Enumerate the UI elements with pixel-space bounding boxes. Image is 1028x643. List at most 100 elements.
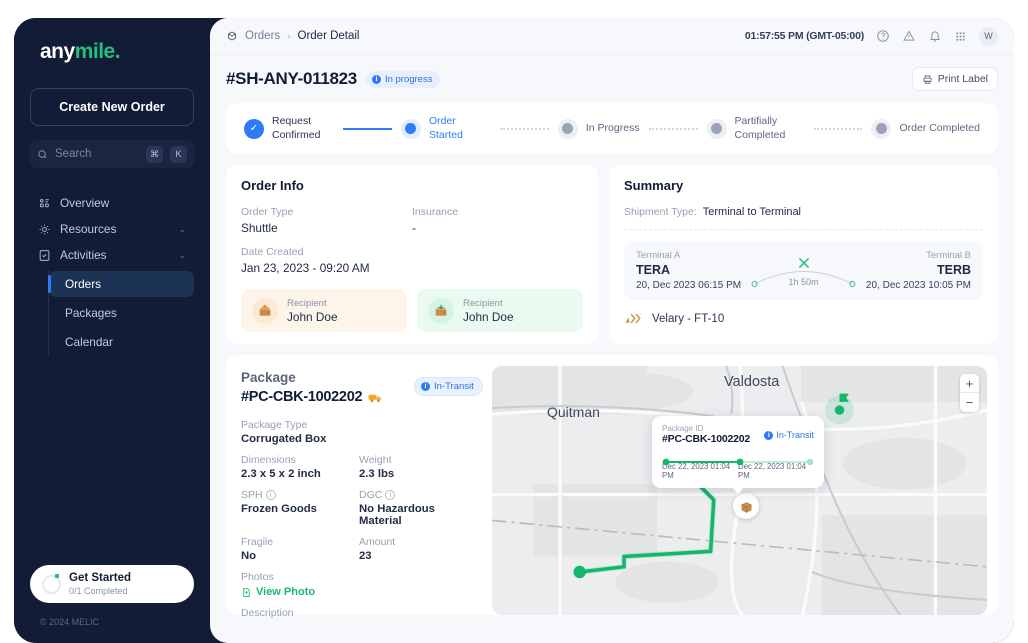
route-duration: 1h 50m [788,277,819,287]
status-badge: i In progress [365,70,441,88]
create-new-order-button[interactable]: Create New Order [30,88,194,126]
clipboard-check-icon [39,249,50,261]
terminal-time: 20, Dec 2023 10:05 PM [865,280,971,291]
pending-dot-icon [871,118,892,139]
info-icon[interactable]: i [265,490,276,500]
step-label: Request Confirmed [272,115,321,141]
sidebar-item-orders[interactable]: Orders [48,271,194,297]
package-up-icon [252,297,278,324]
sidebar-item-resources[interactable]: Resources ⌄ [30,216,194,242]
map-view[interactable]: Valdosta Quitman Package ID #PC-CBK-1002… [492,366,987,615]
sun-icon [39,224,50,234]
map-label-valdosta: Valdosta [724,374,780,390]
recipient-label: Recipient [287,297,327,309]
package-card: Package #PC-CBK-1002202 Package Type Cor… [226,355,998,619]
bell-icon[interactable] [928,29,942,43]
active-dot-icon [400,118,421,139]
shipment-type-row: Shipment Type: Terminal to Terminal [624,206,983,218]
search-icon [38,149,47,159]
sidebar-item-packages[interactable]: Packages [49,300,194,326]
sidebar-item-label: Resources [60,222,117,236]
field-value: 2.3 x 5 x 2 inch [241,468,321,480]
terminal-time: 20, Dec 2023 06:15 PM [636,280,742,291]
info-icon: i [421,382,430,391]
app-window: anymile. Create New Order Search ⌘ K Ove… [14,18,1014,643]
help-circle-icon[interactable] [876,29,890,43]
pending-dot-icon [706,118,727,139]
sidebar-item-overview[interactable]: Overview [30,190,194,216]
field-value: 2.3 lbs [359,468,395,480]
view-photo-link[interactable]: View Photo [241,586,477,598]
step-order-started[interactable]: Order Started [400,115,491,141]
top-bar: Orders › Order Detail 01:57:55 PM (GMT-0… [210,18,1014,55]
step-label: Partifially Completed [734,115,786,141]
info-icon[interactable]: i [385,490,396,500]
sidebar-item-activities[interactable]: Activities ⌄ [30,242,194,268]
step-connector [343,127,392,130]
field-label: Insurance [412,206,459,218]
main-content: Orders › Order Detail 01:57:55 PM (GMT-0… [210,18,1014,643]
info-icon: i [371,74,381,84]
package-icon [740,501,752,513]
field-label: SPH i [241,489,359,501]
field-date-created: Date Created Jan 23, 2023 - 09:20 AM [241,246,583,275]
package-map-tooltip: Package ID #PC-CBK-1002202 i In-Transit [652,416,824,494]
field-value: Jan 23, 2023 - 09:20 AM [241,261,370,275]
divider [624,229,983,230]
field-value: Frozen Goods [241,503,317,515]
get-started-button[interactable]: Get Started 0/1 Completed [30,565,194,603]
recipient-card-delivery[interactable]: Recipient John Doe [417,289,583,332]
terminal-label: Terminal B [926,250,971,261]
field-label: DGC i [359,489,477,501]
sidebar-item-label: Activities [60,248,107,262]
step-request-confirmed[interactable]: ✓ Request Confirmed [244,115,334,141]
print-label-button[interactable]: Print Label [911,67,998,91]
field-description: Description [241,607,477,619]
step-in-progress[interactable]: In Progress [557,118,640,139]
terminal-code: TERA [636,263,671,277]
step-order-completed[interactable]: Order Completed [871,118,980,139]
step-partially-completed[interactable]: Partifially Completed [706,115,805,141]
tooltip-package-id-label: Package ID [662,424,704,433]
map-zoom-out-button[interactable]: − [960,393,979,412]
tooltip-tail [732,487,744,494]
copyright: © 2024 MELIC [40,617,100,627]
recipients-row: Recipient John Doe Recipient John Doe [241,289,583,332]
kbd-cmd: ⌘ [146,145,163,163]
order-info-title: Order Info [241,178,304,193]
pending-dot-icon [557,118,578,139]
map-zoom-in-button[interactable]: + [960,374,979,393]
field-label: Amount [359,536,396,548]
apps-grid-icon[interactable] [954,30,967,43]
truck-icon [368,394,382,403]
package-map-marker[interactable] [733,493,759,519]
info-summary-row: Order Info Order Type Shuttle Insurance … [226,165,998,344]
field-order-type: Order Type Shuttle [241,206,412,235]
photo-file-icon [243,587,250,597]
shipment-type-value: Terminal to Terminal [702,206,802,218]
field-label: Description [241,607,294,619]
sidebar: anymile. Create New Order Search ⌘ K Ove… [14,18,210,643]
recipient-card-pickup[interactable]: Recipient John Doe [241,289,407,332]
status-badge-label: In progress [384,73,433,85]
package-field-row: Photos View Photo [241,571,477,598]
check-icon: ✓ [244,118,264,139]
sidebar-item-calendar[interactable]: Calendar [49,329,194,355]
avatar[interactable]: W [979,26,998,46]
package-field-row: SPH i Frozen Goods DGC i No Hazardous Ma… [241,489,477,527]
recipient-name: John Doe [463,309,514,324]
map-label-quitman: Quitman [547,404,600,420]
field-sph: SPH i Frozen Goods [241,489,359,527]
vehicle-name: Velary - FT-10 [652,312,725,325]
recipient-name: John Doe [287,309,338,324]
step-label: Order Started [428,115,463,141]
breadcrumb-parent[interactable]: Orders [245,30,280,42]
terminal-b: Terminal B TERB 20, Dec 2023 10:05 PM [866,250,971,291]
warning-triangle-icon[interactable] [902,29,916,43]
search-input[interactable]: Search ⌘ K [30,140,194,168]
get-started-progress: 0/1 Completed [69,585,128,596]
drone-icon [798,258,809,268]
sidebar-nav: Overview Resources ⌄ Activities ⌄ Orders… [30,190,194,355]
terminal-route-block: Terminal A TERA 20, Dec 2023 06:15 PM 1h… [624,241,983,300]
search-placeholder: Search [55,148,92,160]
